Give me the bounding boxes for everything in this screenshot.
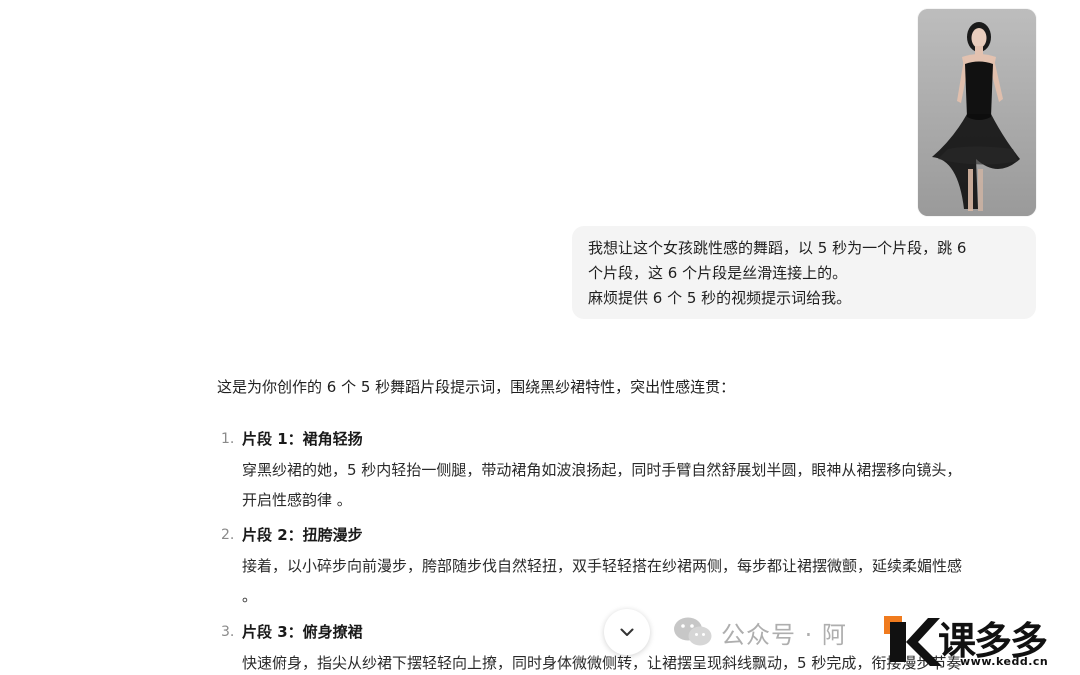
kedd-logo-url: www.kedd.cn [960,655,1049,668]
user-message-line: 我想让这个女孩跳性感的舞蹈，以 5 秒为一个片段，跳 6 [588,239,967,257]
uploaded-image[interactable] [918,9,1036,216]
dress-photo [918,9,1036,216]
segment-title: 片段 1：裙角轻扬 [242,430,363,448]
segment-body-line: 接着，以小碎步向前漫步，胯部随步伐自然轻扭，双手轻轻搭在纱裙两侧，每步都让裙摆微… [242,557,963,575]
user-message-line: 麻烦提供 6 个 5 秒的视频提示词给我。 [588,289,852,307]
segment-title: 片段 2：扭胯漫步 [242,526,363,544]
chat-page: 我想让这个女孩跳性感的舞蹈，以 5 秒为一个片段，跳 6 个片段，这 6 个片段… [0,0,1080,675]
segment-number: 3. [221,624,235,640]
user-message-bubble: 我想让这个女孩跳性感的舞蹈，以 5 秒为一个片段，跳 6 个片段，这 6 个片段… [572,226,1036,319]
assistant-message: 这是为你创作的 6 个 5 秒舞蹈片段提示词，围绕黑纱裙特性，突出性感连贯： 1… [217,374,1047,672]
segment-body-line: 穿黑纱裙的她，5 秒内轻抬一侧腿，带动裙角如波浪扬起，同时手臂自然舒展划半圆，眼… [242,461,962,479]
wechat-watermark: 公众号 · 阿 [673,612,847,652]
segment-body-line: 。 [242,587,258,605]
assistant-intro: 这是为你创作的 6 个 5 秒舞蹈片段提示词，围绕黑纱裙特性，突出性感连贯： [217,378,736,396]
user-message-line: 个片段，这 6 个片段是丝滑连接上的。 [588,264,848,282]
wechat-watermark-text: 公众号 · 阿 [721,620,847,649]
segment-body-line: 快速俯身，指尖从纱裙下摆轻轻向上撩，同时身体微微侧转，让裙摆呈现斜线飘动，5 秒… [242,654,962,672]
segment-item: 1. 片段 1：裙角轻扬 穿黑纱裙的她，5 秒内轻抬一侧腿，带动裙角如波浪扬起，… [217,426,1062,515]
wechat-icon [674,617,712,646]
segment-body: 接着，以小碎步向前漫步，胯部随步伐自然轻扭，双手轻轻搭在纱裙两侧，每步都让裙摆微… [242,551,1062,611]
segment-body-line: 开启性感韵律 。 [242,491,352,509]
segment-item: 2. 片段 2：扭胯漫步 接着，以小碎步向前漫步，胯部随步伐自然轻扭，双手轻轻搭… [217,522,1062,611]
scroll-down-button[interactable] [604,609,650,655]
chevron-down-icon [620,628,634,636]
segment-number: 2. [221,527,235,543]
segment-body: 穿黑纱裙的她，5 秒内轻抬一侧腿，带动裙角如波浪扬起，同时手臂自然舒展划半圆，眼… [242,455,1062,515]
segment-number: 1. [221,431,235,447]
